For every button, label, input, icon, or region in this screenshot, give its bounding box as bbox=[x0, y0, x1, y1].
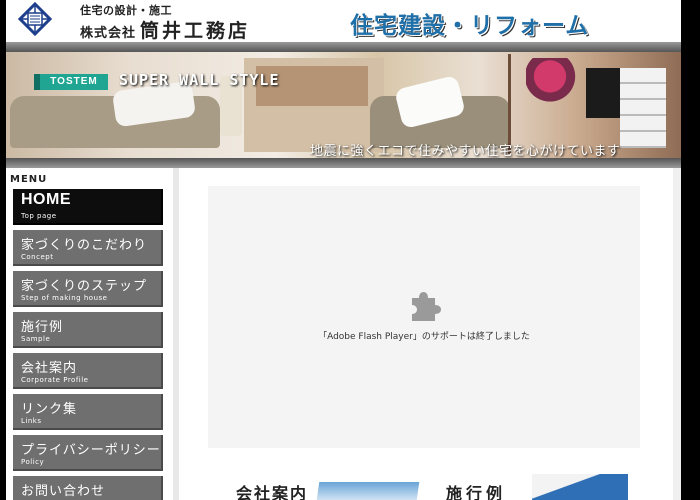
nav-item-label: 家づくりのステップ bbox=[21, 279, 148, 294]
nav-item-sublabel: Concept bbox=[21, 253, 54, 261]
nav-item-label: HOME bbox=[21, 191, 71, 208]
promo-sample[interactable]: 施行例 bbox=[442, 470, 642, 500]
header-headline: 住宅建設・リフォーム bbox=[350, 13, 590, 39]
menu-title: MENU bbox=[10, 174, 48, 185]
right-border bbox=[673, 168, 681, 500]
site-header: 住宅の設計・施工 株式会社 筒井工務店 住宅建設・リフォーム bbox=[6, 0, 681, 42]
nav-item-concept[interactable]: 家づくりのこだわり Concept bbox=[13, 230, 163, 266]
flash-unsupported-message: 「Adobe Flash Player」のサポートは終了しました bbox=[318, 332, 530, 342]
nav-item-sublabel: Sample bbox=[21, 335, 51, 343]
nav-item-sublabel: Top page bbox=[21, 212, 57, 220]
nav-item-label: 施行例 bbox=[21, 320, 64, 335]
nav-item-sample[interactable]: 施行例 Sample bbox=[13, 312, 163, 348]
sidebar-menu: MENU HOME Top page 家づくりのこだわり Concept 家づく… bbox=[6, 168, 173, 500]
promo-label: 会社案内 bbox=[236, 484, 309, 500]
page: 住宅の設計・施工 株式会社 筒井工務店 住宅建設・リフォーム TOSTEM SUP… bbox=[6, 0, 681, 500]
nav-item-label: リンク集 bbox=[21, 402, 78, 417]
nav-item-contact[interactable]: お問い合わせ bbox=[13, 476, 163, 500]
company-main-name: 筒井工務店 bbox=[140, 20, 251, 42]
banner-bottom-bar bbox=[6, 158, 681, 168]
company-name[interactable]: 株式会社 筒井工務店 bbox=[80, 16, 250, 43]
banner-slogan: 地震に強くエコで住みやすい住宅を心がけています bbox=[310, 144, 621, 158]
nav-item-sublabel: Links bbox=[21, 417, 42, 425]
nav-item-corporate-profile[interactable]: 会社案内 Corporate Profile bbox=[13, 353, 163, 389]
nav-item-privacy-policy[interactable]: プライバシーポリシー Policy bbox=[13, 435, 163, 471]
nav-item-label: プライバシーポリシー bbox=[21, 443, 161, 458]
plant-image bbox=[508, 54, 511, 154]
super-wall-style-title: SUPER WALL STYLE bbox=[119, 71, 280, 89]
promo-label: 施行例 bbox=[446, 484, 507, 500]
promo-corporate-profile[interactable]: 会社案内 bbox=[232, 470, 422, 500]
promo-building-image bbox=[316, 482, 420, 500]
banner-photo: TOSTEM SUPER WALL STYLE 地震に強くエコで住みやすい住宅を… bbox=[6, 52, 681, 158]
nav-item-links[interactable]: リンク集 Links bbox=[13, 394, 163, 430]
nav-item-sublabel: Policy bbox=[21, 458, 45, 466]
tv-image bbox=[586, 68, 622, 118]
nav-item-label: 家づくりのこだわり bbox=[21, 238, 148, 253]
nav-item-steps[interactable]: 家づくりのステップ Step of making house bbox=[13, 271, 163, 307]
flash-player-placeholder: 「Adobe Flash Player」のサポートは終了しました bbox=[208, 186, 640, 448]
promo-house-image bbox=[532, 474, 628, 500]
sidebar-divider bbox=[173, 168, 179, 500]
nav-item-label: お問い合わせ bbox=[21, 484, 106, 499]
nav-item-sublabel: Corporate Profile bbox=[21, 376, 89, 384]
nav-item-label: 会社案内 bbox=[21, 361, 78, 376]
drawers-image bbox=[620, 68, 666, 148]
tostem-brand-badge: TOSTEM bbox=[34, 74, 108, 90]
flowers-image bbox=[526, 58, 586, 104]
banner-top-bar bbox=[6, 42, 681, 52]
hero-banner: TOSTEM SUPER WALL STYLE 地震に強くエコで住みやすい住宅を… bbox=[6, 42, 681, 168]
puzzle-plugin-icon bbox=[412, 292, 441, 321]
company-logo-icon[interactable] bbox=[18, 2, 52, 36]
company-prefix: 株式会社 bbox=[80, 26, 137, 41]
nav-item-home[interactable]: HOME Top page bbox=[13, 189, 163, 225]
nav-item-sublabel: Step of making house bbox=[21, 294, 108, 302]
